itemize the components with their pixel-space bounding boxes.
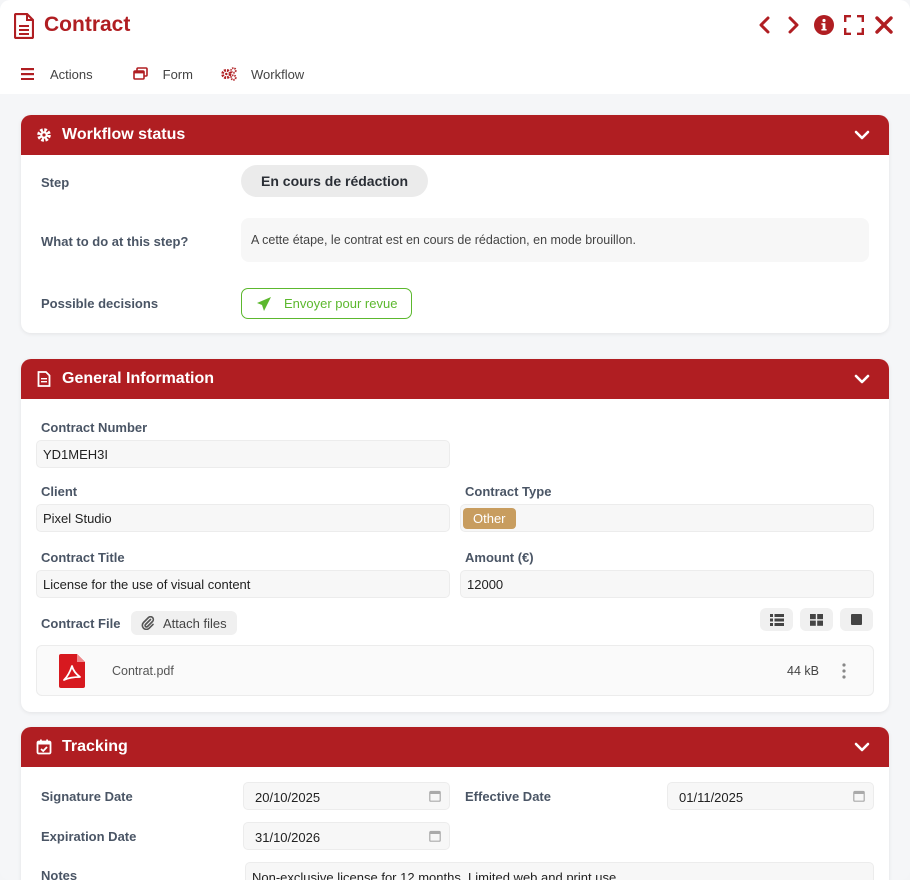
todo-description: A cette étape, le contrat est en cours d… — [241, 218, 869, 262]
paper-plane-icon — [257, 296, 271, 311]
info-button[interactable] — [814, 14, 834, 36]
fullscreen-button[interactable] — [844, 14, 864, 36]
file-name[interactable]: Contrat.pdf — [112, 664, 174, 678]
notes-label: Notes — [41, 868, 78, 880]
contract-file-label: Contract File — [41, 616, 121, 631]
signature-date-value: 20/10/2025 — [255, 790, 321, 805]
chevron-left-icon — [759, 16, 770, 34]
workflow-label: Workflow — [250, 66, 305, 82]
tracking-header[interactable]: Tracking — [21, 727, 889, 767]
client-field[interactable]: Pixel Studio — [36, 504, 450, 532]
amount-field[interactable]: 12000 — [460, 570, 874, 598]
paperclip-icon — [141, 616, 155, 630]
chevron-down-icon[interactable] — [853, 370, 871, 388]
calendar-check-icon — [35, 738, 53, 756]
expiration-date-value: 31/10/2026 — [255, 830, 321, 845]
attach-files-label: Attach files — [163, 615, 227, 631]
document-icon — [35, 370, 53, 388]
chevron-down-icon[interactable] — [853, 126, 871, 144]
window-header: Contract Actions Form Workflow — [0, 0, 910, 94]
send-for-review-label: Envoyer pour revue — [284, 296, 398, 311]
previous-record-button[interactable] — [754, 14, 774, 36]
file-size: 44 kB — [787, 664, 819, 678]
grid-view-button[interactable] — [800, 608, 833, 631]
list-icon — [769, 613, 784, 626]
contract-type-tag: Other — [463, 508, 516, 529]
info-icon — [814, 15, 834, 35]
gears-icon — [221, 66, 237, 82]
send-for-review-button[interactable]: Envoyer pour revue — [241, 288, 413, 319]
contract-title-label: Contract Title — [41, 550, 125, 565]
client-label: Client — [41, 484, 78, 499]
window-title: Contract — [44, 13, 131, 36]
tracking-panel: Tracking Signature Date 20/10/2025 Effec… — [21, 727, 889, 880]
step-badge: En cours de rédaction — [241, 165, 429, 197]
tracking-title: Tracking — [62, 738, 128, 755]
contract-type-label: Contract Type — [465, 484, 552, 499]
todo-label: What to do at this step? — [41, 234, 189, 249]
next-record-button[interactable] — [784, 14, 804, 36]
calendar-icon[interactable] — [429, 790, 441, 802]
expiration-date-field[interactable]: 31/10/2026 — [243, 822, 450, 850]
step-label: Step — [41, 175, 70, 190]
signature-date-field[interactable]: 20/10/2025 — [243, 782, 450, 810]
chevron-right-icon — [788, 16, 799, 34]
close-icon — [875, 16, 893, 34]
chevron-down-icon[interactable] — [853, 738, 871, 756]
effective-date-value: 01/11/2025 — [679, 790, 744, 805]
effective-date-field[interactable]: 01/11/2025 — [667, 782, 874, 810]
general-information-panel: General Information Contract Number YD1M… — [21, 359, 889, 712]
notes-field[interactable]: Non-exclusive license for 12 months. Lim… — [245, 862, 874, 880]
workflow-status-panel: Workflow status Step En cours de rédacti… — [21, 115, 889, 333]
grid-icon — [810, 613, 823, 626]
contract-window: Contract Actions Form Workflow Workflow … — [0, 0, 910, 880]
document-icon — [14, 13, 34, 39]
gear-icon — [35, 126, 53, 144]
calendar-icon[interactable] — [853, 790, 865, 802]
list-view-button[interactable] — [760, 608, 793, 631]
toolbar: Actions Form Workflow — [20, 66, 332, 82]
contract-type-field[interactable]: Other — [460, 504, 874, 532]
signature-date-label: Signature Date — [41, 789, 133, 804]
attach-files-button[interactable]: Attach files — [131, 611, 237, 635]
workflow-tab[interactable]: Workflow — [221, 66, 304, 82]
effective-date-label: Effective Date — [465, 789, 551, 804]
large-view-button[interactable] — [840, 608, 873, 631]
close-button[interactable] — [874, 14, 894, 36]
contract-title-field[interactable]: License for the use of visual content — [36, 570, 450, 598]
workflow-status-title: Workflow status — [62, 126, 186, 143]
more-vertical-icon[interactable] — [839, 662, 849, 680]
attached-file-row[interactable]: Contrat.pdf 44 kB — [36, 645, 874, 696]
decisions-label: Possible decisions — [41, 296, 159, 311]
form-tab[interactable]: Form — [132, 66, 193, 82]
calendar-icon[interactable] — [429, 830, 441, 842]
general-information-title: General Information — [62, 370, 215, 387]
expiration-date-label: Expiration Date — [41, 829, 137, 844]
form-label: Form — [162, 66, 193, 82]
expand-icon — [844, 15, 864, 35]
contract-number-field[interactable]: YD1MEH3I — [36, 440, 450, 468]
window-controls — [754, 14, 894, 36]
general-information-header[interactable]: General Information — [21, 359, 889, 399]
contract-number-label: Contract Number — [41, 420, 148, 435]
hamburger-icon — [20, 66, 36, 82]
actions-menu[interactable]: Actions — [20, 66, 93, 82]
workflow-status-header[interactable]: Workflow status — [21, 115, 889, 155]
amount-label: Amount (€) — [465, 550, 534, 565]
square-icon — [851, 614, 862, 625]
windows-icon — [132, 66, 149, 82]
pdf-file-icon — [59, 654, 85, 688]
actions-label: Actions — [50, 66, 93, 82]
